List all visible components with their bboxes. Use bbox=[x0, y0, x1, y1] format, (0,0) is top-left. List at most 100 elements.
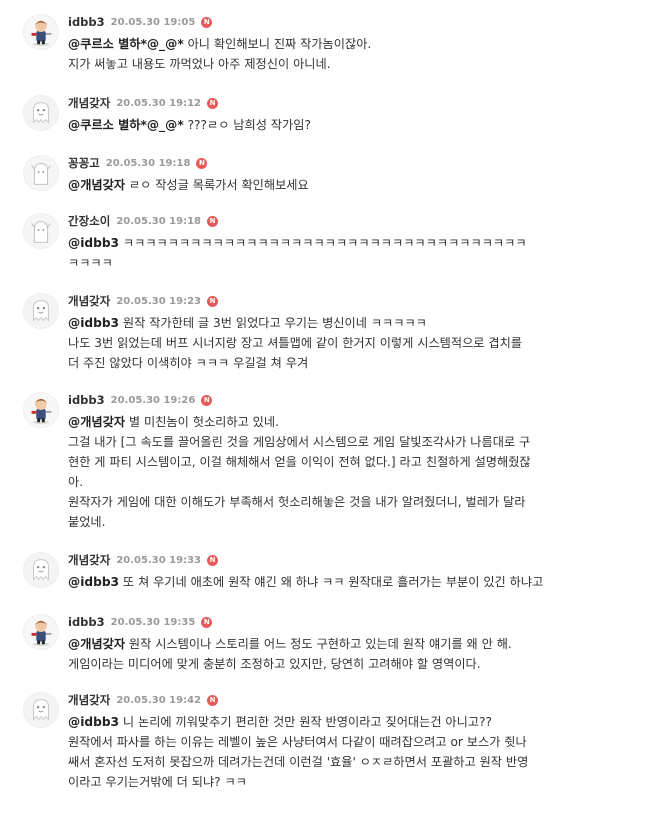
nickname[interactable]: idbb3 bbox=[68, 393, 105, 407]
comment-text: 니 논리에 끼워맞추기 편리한 것만 원작 반영이라고 짖어대는건 아니고?? bbox=[122, 715, 492, 729]
nickname[interactable]: 꽁꽁고 bbox=[68, 155, 100, 171]
comment-text: 붙었네. bbox=[68, 515, 106, 529]
comment-body: @idbb3 또 쳐 우기네 애초에 원작 얘긴 왜 하냐 ㅋㅋ 원작대로 흘러… bbox=[68, 572, 598, 592]
comment-date: 20.05.30 19:18 bbox=[116, 215, 201, 227]
new-badge: N bbox=[207, 694, 218, 706]
new-badge: N bbox=[196, 157, 208, 169]
comment-text: ㄹㅇ 작성글 목록가서 확인해보세요 bbox=[128, 178, 309, 192]
character-avatar-icon bbox=[24, 393, 58, 427]
avatar[interactable] bbox=[23, 14, 59, 50]
comment-header: 개념갖자 20.05.30 19:23 N bbox=[68, 293, 218, 309]
nickname[interactable]: 개념갖자 bbox=[68, 552, 110, 568]
mention-link[interactable]: @개념갖자 bbox=[68, 637, 125, 651]
comment-text: ㅋㅋㅋㅋㅋㅋㅋㅋㅋㅋㅋㅋㅋㅋㅋㅋㅋㅋㅋㅋㅋㅋㅋㅋㅋㅋㅋㅋㅋㅋㅋㅋㅋㅋㅋㅋ bbox=[122, 236, 527, 250]
comment-text: 게임이라는 미디어에 맞게 충분히 조정하고 있지만, 당연히 고려해야 할 영… bbox=[68, 657, 481, 671]
comment-list: idbb3 20.05.30 19:05 N @쿠르소 별하*@_@* 아니 확… bbox=[0, 0, 660, 813]
comment-body: @idbb3 니 논리에 끼워맞추기 편리한 것만 원작 반영이라고 짖어대는건… bbox=[68, 712, 598, 792]
comment-text: 쌔서 혼자선 도저히 못잡으까 데려가는건데 이런걸 '효율' ㅇㅈㄹ하면서 포… bbox=[68, 755, 529, 769]
comment-text: ㅋㅋㅋㅋ bbox=[68, 256, 113, 270]
comment-date: 20.05.30 19:05 bbox=[110, 16, 196, 28]
nickname[interactable]: 간장소이 bbox=[68, 213, 110, 229]
comment-text: 또 쳐 우기네 애초에 원작 얘긴 왜 하냐 ㅋㅋ 원작대로 흘러가는 부분이 … bbox=[122, 575, 544, 589]
new-badge: N bbox=[201, 16, 213, 28]
comment-text: 나도 3번 읽었는데 버프 시너지랑 장고 셔틀맵에 같이 한거지 이렇게 시스… bbox=[68, 336, 523, 350]
mention-link[interactable]: @idbb3 bbox=[68, 715, 119, 729]
comment-line: @개념갖자 별 미친놈이 헛소리하고 있네. bbox=[68, 412, 598, 432]
mention-link[interactable]: @쿠르소 별하*@_@* bbox=[68, 118, 184, 132]
comment-text: 원작 작가한테 글 3번 읽었다고 우기는 병신이네 ㅋㅋㅋㅋㅋ bbox=[122, 316, 427, 330]
comment-line: @idbb3 ㅋㅋㅋㅋㅋㅋㅋㅋㅋㅋㅋㅋㅋㅋㅋㅋㅋㅋㅋㅋㅋㅋㅋㅋㅋㅋㅋㅋㅋㅋㅋㅋㅋ… bbox=[68, 233, 598, 253]
comment-text: 원작자가 게임에 대한 이해도가 부족해서 헛소리해놓은 것을 내가 알려줬더니… bbox=[68, 495, 526, 509]
comment-date: 20.05.30 19:42 bbox=[116, 694, 201, 706]
comment-body: @쿠르소 별하*@_@* 아니 확인해보니 진짜 작가놈이잖아. 지가 써놓고 내… bbox=[68, 34, 598, 74]
mention-link[interactable]: @쿠르소 별하*@_@* bbox=[68, 37, 184, 51]
comment-date: 20.05.30 19:33 bbox=[116, 554, 201, 566]
comment-text: 현한 게 파티 시스템이고, 이걸 해체해서 얻을 이익이 전혀 없다.] 라고… bbox=[68, 455, 531, 469]
avatar[interactable] bbox=[23, 155, 59, 191]
comment-line: @개념갖자 원작 시스템이나 스토리를 어느 정도 구현하고 있는데 원작 얘기… bbox=[68, 634, 598, 654]
comment-header: 꽁꽁고 20.05.30 19:18 N bbox=[68, 155, 208, 171]
comment-text: 원작에서 파사를 하는 이유는 레벨이 높은 사냥터여서 다같이 때려잡으려고 … bbox=[68, 735, 527, 749]
comment-line: @idbb3 니 논리에 끼워맞추기 편리한 것만 원작 반영이라고 짖어대는건… bbox=[68, 712, 598, 732]
comment-date: 20.05.30 19:26 bbox=[110, 394, 196, 406]
avatar[interactable] bbox=[23, 692, 59, 728]
comment-text: 더 주진 않았다 이색히야 ㅋㅋㅋ 우길걸 쳐 우겨 bbox=[68, 356, 309, 370]
new-badge: N bbox=[207, 215, 218, 227]
avatar[interactable] bbox=[23, 614, 59, 650]
comment-line: 붙었네. bbox=[68, 512, 598, 532]
comment-text: 아니 확인해보니 진짜 작가놈이잖아. bbox=[187, 37, 372, 51]
avatar[interactable] bbox=[23, 552, 59, 588]
comment-text: 지가 써놓고 내용도 까먹었나 아주 제정신이 아니네. bbox=[68, 57, 331, 71]
comment-text: 그걸 내가 [그 속도를 끌어올린 것을 게임상에서 시스템으로 게임 달빛조각… bbox=[68, 435, 531, 449]
ghost-avatar-icon bbox=[24, 294, 58, 328]
avatar[interactable] bbox=[23, 95, 59, 131]
mention-link[interactable]: @idbb3 bbox=[68, 575, 119, 589]
mention-link[interactable]: @idbb3 bbox=[68, 316, 119, 330]
comment-text: 아. bbox=[68, 475, 84, 489]
comment-header: 개념갖자 20.05.30 19:42 N bbox=[68, 692, 218, 708]
comment-line: 그걸 내가 [그 속도를 끌어올린 것을 게임상에서 시스템으로 게임 달빛조각… bbox=[68, 432, 598, 452]
comment-header: 간장소이 20.05.30 19:18 N bbox=[68, 213, 218, 229]
new-badge: N bbox=[201, 394, 213, 406]
nickname[interactable]: 개념갖자 bbox=[68, 692, 110, 708]
new-badge: N bbox=[207, 295, 218, 307]
comment-header: idbb3 20.05.30 19:35 N bbox=[68, 614, 213, 630]
comment-line: 더 주진 않았다 이색히야 ㅋㅋㅋ 우길걸 쳐 우겨 bbox=[68, 353, 598, 373]
ghost-avatar-icon bbox=[24, 96, 58, 130]
comment-header: idbb3 20.05.30 19:05 N bbox=[68, 14, 213, 30]
comment-date: 20.05.30 19:12 bbox=[116, 97, 201, 109]
comment-header: 개념갖자 20.05.30 19:33 N bbox=[68, 552, 218, 568]
comment-line: @쿠르소 별하*@_@* ???ㄹㅇ 남희성 작가임? bbox=[68, 115, 598, 135]
comment-body: @개념갖자 별 미친놈이 헛소리하고 있네. 그걸 내가 [그 속도를 끌어올린 … bbox=[68, 412, 598, 532]
comment-line: @idbb3 또 쳐 우기네 애초에 원작 얘긴 왜 하냐 ㅋㅋ 원작대로 흘러… bbox=[68, 572, 598, 592]
nickname[interactable]: idbb3 bbox=[68, 615, 105, 629]
comment-body: @개념갖자 원작 시스템이나 스토리를 어느 정도 구현하고 있는데 원작 얘기… bbox=[68, 634, 598, 674]
nickname[interactable]: 개념갖자 bbox=[68, 95, 110, 111]
mention-link[interactable]: @개념갖자 bbox=[68, 415, 125, 429]
comment-date: 20.05.30 19:35 bbox=[110, 616, 196, 628]
new-badge: N bbox=[207, 97, 218, 109]
comment-date: 20.05.30 19:23 bbox=[116, 295, 201, 307]
comment-line: ㅋㅋㅋㅋ bbox=[68, 253, 598, 273]
comment-line: @쿠르소 별하*@_@* 아니 확인해보니 진짜 작가놈이잖아. bbox=[68, 34, 598, 54]
comment-body: @idbb3 ㅋㅋㅋㅋㅋㅋㅋㅋㅋㅋㅋㅋㅋㅋㅋㅋㅋㅋㅋㅋㅋㅋㅋㅋㅋㅋㅋㅋㅋㅋㅋㅋㅋ… bbox=[68, 233, 598, 273]
avatar[interactable] bbox=[23, 293, 59, 329]
comment-line: 지가 써놓고 내용도 까먹었나 아주 제정신이 아니네. bbox=[68, 54, 598, 74]
avatar[interactable] bbox=[23, 392, 59, 428]
comment-body: @idbb3 원작 작가한테 글 3번 읽었다고 우기는 병신이네 ㅋㅋㅋㅋㅋ 나… bbox=[68, 313, 598, 373]
nickname[interactable]: 개념갖자 bbox=[68, 293, 110, 309]
comment-line: 쌔서 혼자선 도저히 못잡으까 데려가는건데 이런걸 '효율' ㅇㅈㄹ하면서 포… bbox=[68, 752, 598, 772]
new-badge: N bbox=[201, 616, 213, 628]
default-avatar-icon bbox=[24, 156, 58, 190]
comment-line: 현한 게 파티 시스템이고, 이걸 해체해서 얻을 이익이 전혀 없다.] 라고… bbox=[68, 452, 598, 472]
nickname[interactable]: idbb3 bbox=[68, 15, 105, 29]
comment-line: 아. bbox=[68, 472, 598, 492]
comment-line: @idbb3 원작 작가한테 글 3번 읽었다고 우기는 병신이네 ㅋㅋㅋㅋㅋ bbox=[68, 313, 598, 333]
comment-header: idbb3 20.05.30 19:26 N bbox=[68, 392, 213, 408]
comment-text: 원작 시스템이나 스토리를 어느 정도 구현하고 있는데 원작 얘기를 왜 안 … bbox=[128, 637, 512, 651]
default-avatar-icon bbox=[24, 214, 58, 248]
mention-link[interactable]: @개념갖자 bbox=[68, 178, 125, 192]
avatar[interactable] bbox=[23, 213, 59, 249]
mention-link[interactable]: @idbb3 bbox=[68, 236, 119, 250]
comment-line: @개념갖자 ㄹㅇ 작성글 목록가서 확인해보세요 bbox=[68, 175, 598, 195]
